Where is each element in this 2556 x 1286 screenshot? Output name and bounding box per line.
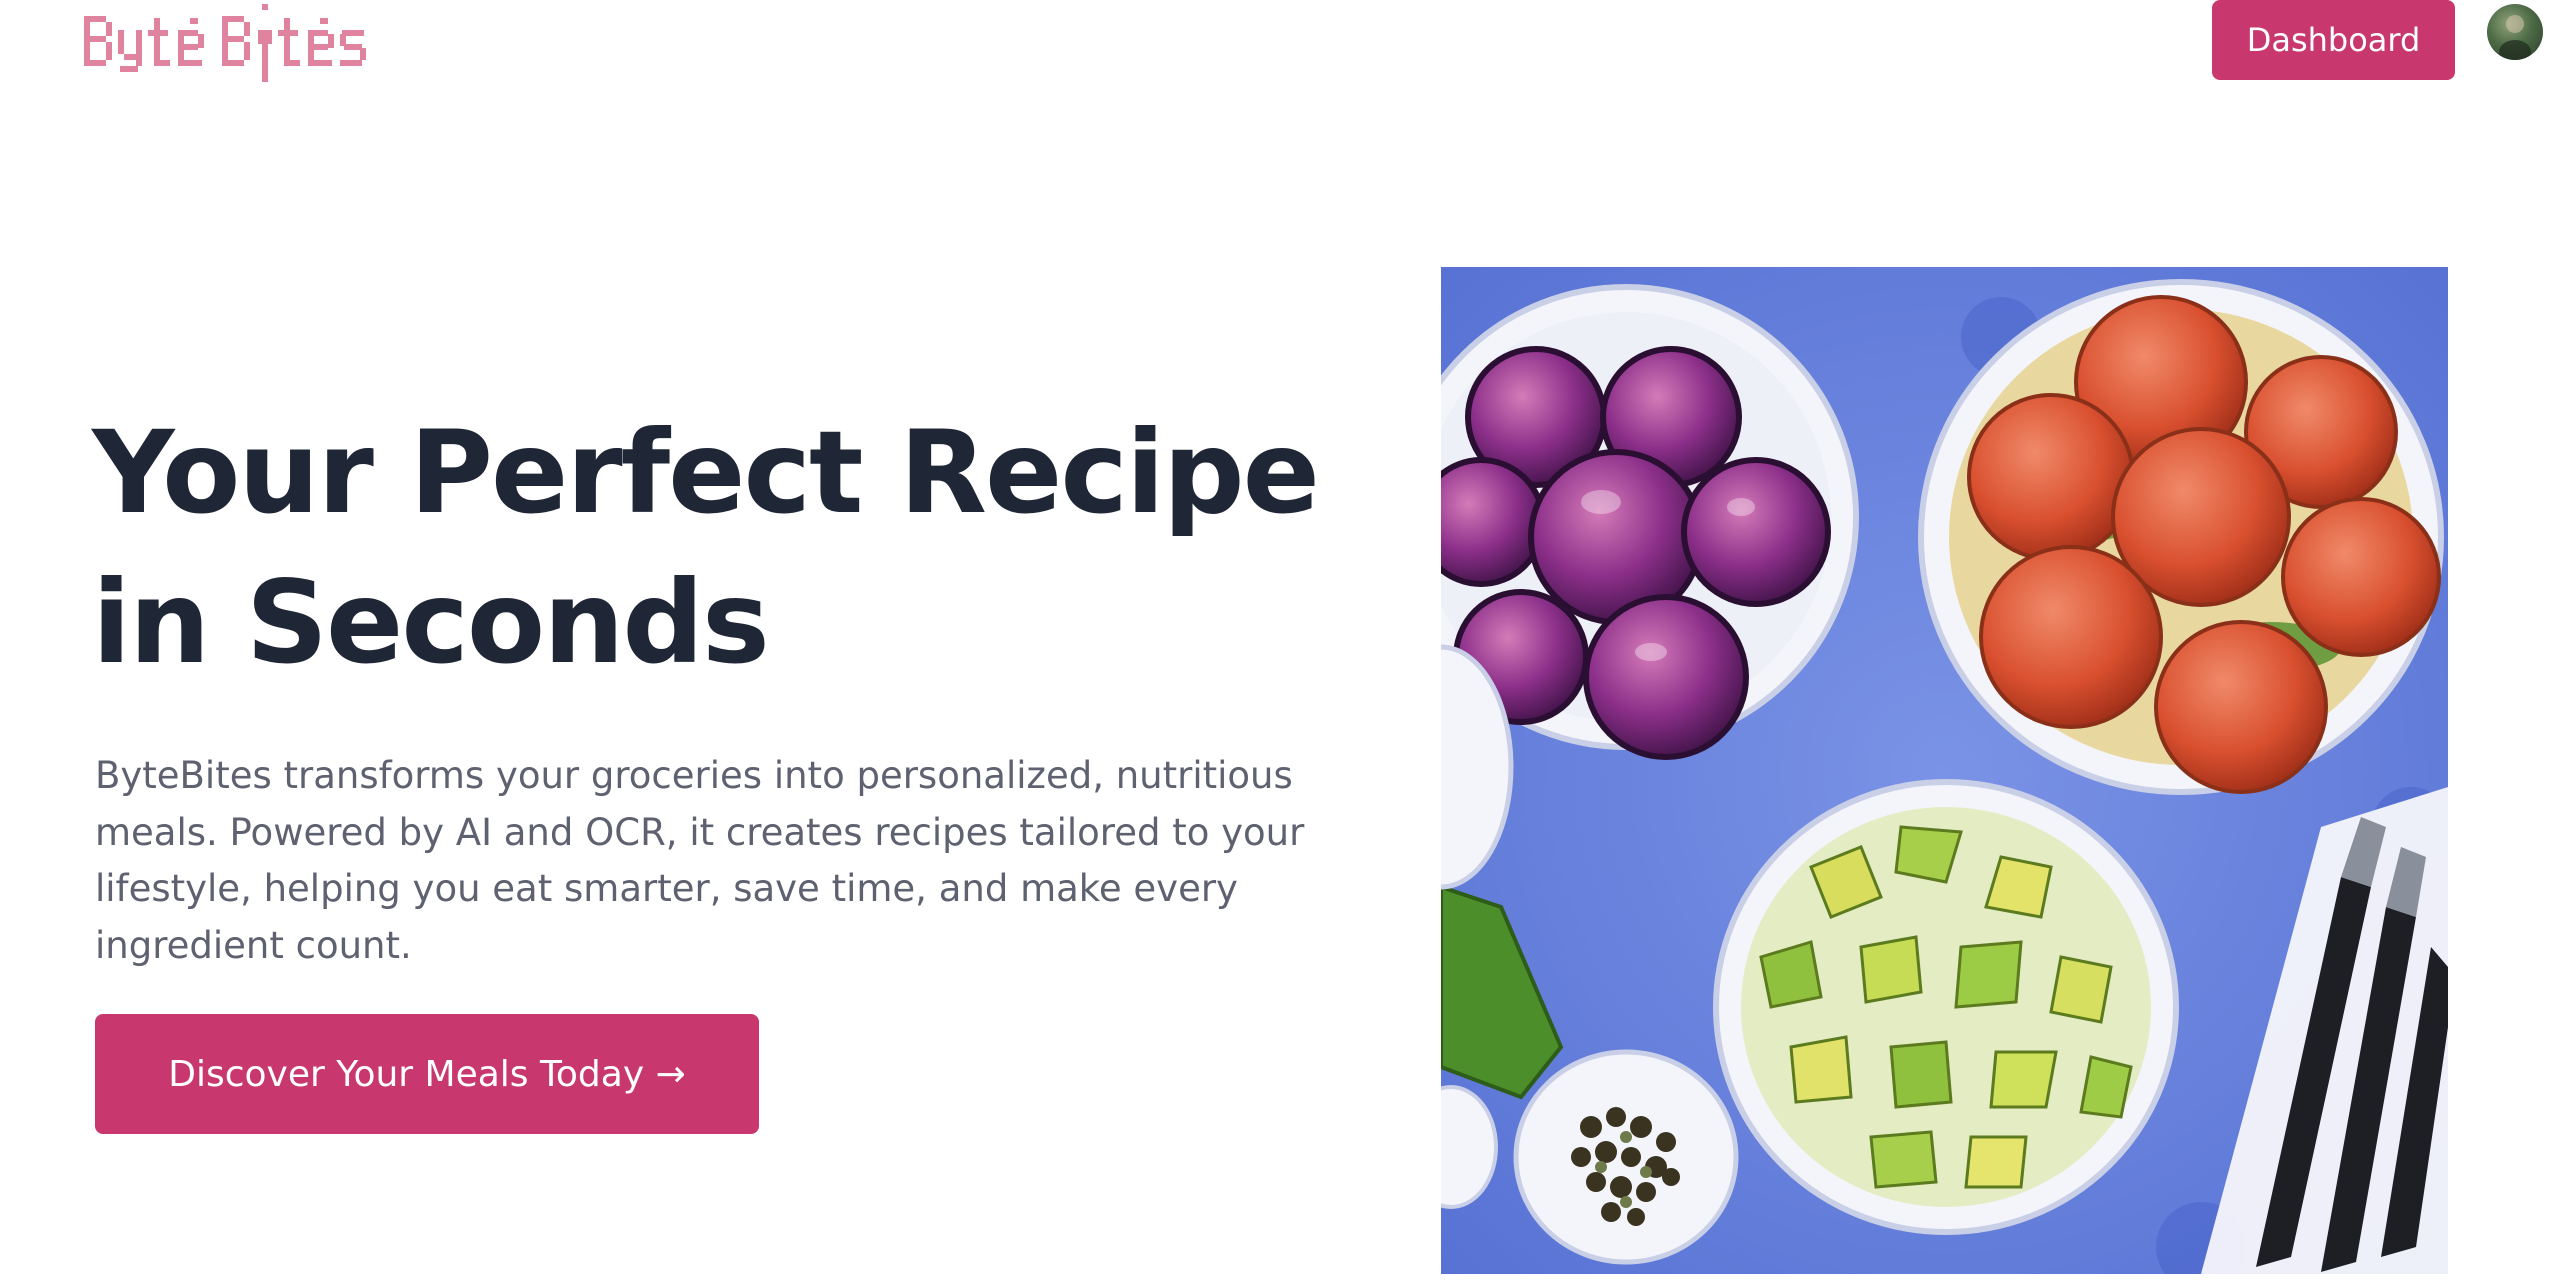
user-avatar[interactable] [2487,4,2543,60]
landing-page: Dashboard Your Perfect Recipe in Seconds… [0,0,2556,1286]
hero-description: ByteBites transforms your groceries into… [95,754,1305,967]
hero-title-line-1: Your Perfect Recipe [92,406,1320,539]
bytebites-logo[interactable] [82,4,372,88]
lentil-bowl [1513,1049,1739,1265]
discover-meals-button[interactable]: Discover Your Meals Today → [95,1014,759,1134]
hero-title: Your Perfect Recipe in Seconds [92,398,1392,698]
dashboard-button[interactable]: Dashboard [2212,0,2455,80]
salad-bowl [1713,779,2179,1235]
hero-title-line-2: in Seconds [92,556,770,689]
hero-food-illustration [1441,267,2448,1274]
bun-plate [1918,279,2444,795]
user-avatar-photo-icon [2499,15,2531,60]
